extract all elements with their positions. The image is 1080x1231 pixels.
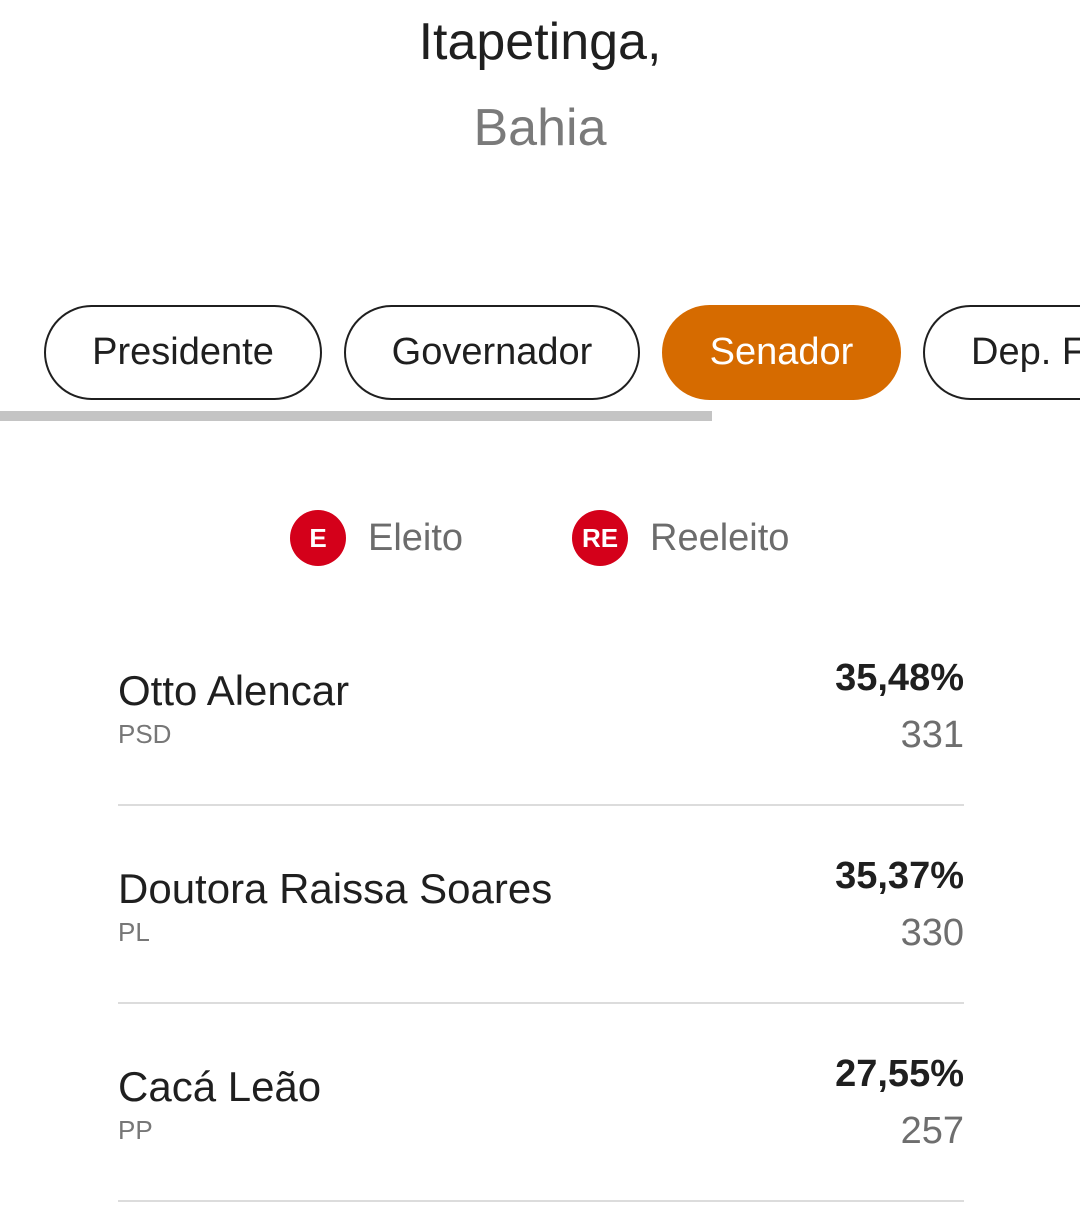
state-name: Bahia	[473, 99, 607, 157]
candidate-name: Doutora Raissa Soares	[118, 865, 553, 912]
candidate-party: PL	[118, 917, 150, 947]
candidate-list: Otto Alencar PSD 35,48% 331 Doutora Rais…	[118, 608, 964, 1202]
candidate-row: Doutora Raissa Soares PL 35,37% 330	[118, 806, 964, 1004]
tab-presidente[interactable]: Presidente	[44, 305, 322, 400]
candidate-votes: 330	[900, 912, 964, 954]
legend-reelected: RE Reeleito	[572, 509, 789, 567]
candidate-party: PP	[118, 1115, 153, 1145]
tab-governador[interactable]: Governador	[344, 305, 640, 400]
office-tabs: Presidente Governador Senador Dep. F	[0, 305, 1080, 401]
candidate-percent: 35,37%	[835, 855, 964, 897]
candidate-row: Cacá Leão PP 27,55% 257	[118, 1004, 964, 1202]
elected-label: Eleito	[368, 516, 464, 559]
legend-elected: E Eleito	[290, 509, 463, 567]
tab-deputado-federal[interactable]: Dep. F	[923, 305, 1080, 400]
elected-badge: E	[290, 510, 346, 566]
candidate-votes: 257	[900, 1110, 964, 1152]
candidate-row: Otto Alencar PSD 35,48% 331	[118, 608, 964, 806]
candidate-percent: 27,55%	[835, 1053, 964, 1095]
tab-senador[interactable]: Senador	[662, 305, 901, 400]
city-name: Itapetinga,	[418, 13, 662, 71]
candidate-name: Otto Alencar	[118, 667, 350, 714]
candidate-name: Cacá Leão	[118, 1063, 322, 1110]
tabs-scrollbar[interactable]	[0, 411, 712, 421]
reelected-label: Reeleito	[650, 516, 790, 559]
reelected-badge: RE	[572, 510, 628, 566]
election-results-page: Itapetinga, Bahia Presidente Governador …	[0, 0, 1080, 1231]
candidate-percent: 35,48%	[835, 657, 964, 699]
candidate-party: PSD	[118, 719, 172, 749]
candidate-votes: 331	[900, 714, 964, 756]
legend: E Eleito RE Reeleito	[0, 509, 1080, 567]
